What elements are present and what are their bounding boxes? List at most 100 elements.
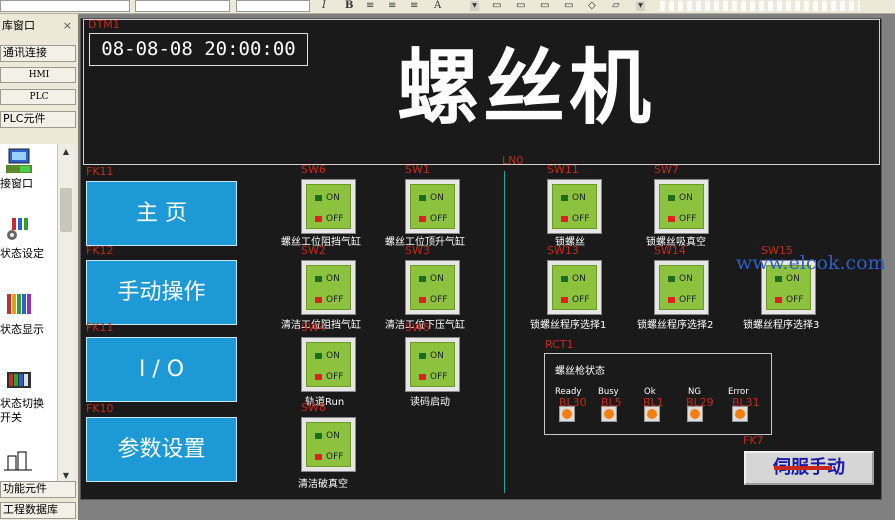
toggle-switch[interactable]: ON OFF (547, 179, 602, 234)
library-item-label: 状态设定 (0, 247, 44, 260)
library-item-state-set[interactable]: 状态设定 (0, 216, 56, 261)
switch-face: ON OFF (410, 265, 455, 310)
switch-off-label: OFF (572, 295, 590, 305)
tag-fk-params: FK10 (86, 402, 114, 415)
manual-operation-button[interactable]: 手动操作 (86, 260, 237, 325)
off-indicator-icon (419, 374, 426, 380)
library-panel-title: 库窗口 (2, 19, 35, 32)
toolbar: I B ≡ ≡ ≡ A ▼ ▭ ▭ ▭ ▭ ◇ ▱ ▼ (0, 0, 895, 14)
switch-tag: SW3 (405, 244, 430, 257)
on-indicator-icon (668, 195, 675, 201)
switch-tag: SW4 (301, 321, 326, 334)
switch-on-label: ON (679, 274, 693, 284)
tab-project-database[interactable]: 工程数据库 (0, 502, 76, 519)
align-right-icon[interactable]: ≡ (410, 0, 418, 12)
tab-plc-elements[interactable]: PLC元件 (0, 111, 76, 128)
toggle-switch[interactable]: ON OFF (405, 179, 460, 234)
io-button[interactable]: I / O (86, 337, 237, 402)
tag-rct: RCT1 (545, 338, 574, 351)
servo-manual-button[interactable]: 伺服手动 (744, 451, 874, 485)
home-button[interactable]: 主 页 (86, 181, 237, 246)
library-item-state-switch[interactable]: 状态切换开关 (0, 368, 56, 425)
tag-fk-manual: FK12 (86, 244, 114, 257)
switch-on-label: ON (430, 193, 444, 203)
tab-function-elements[interactable]: 功能元件 (0, 481, 76, 498)
text-style-4-icon[interactable]: ▭ (564, 0, 573, 12)
toggle-switch[interactable]: ON OFF (301, 179, 356, 234)
on-indicator-icon (315, 195, 322, 201)
text-style-3-icon[interactable]: ▭ (540, 0, 549, 12)
off-indicator-icon (775, 297, 782, 303)
switch-tag: SW11 (547, 163, 579, 176)
switch-face: ON OFF (552, 184, 597, 229)
switch-tag: SW8 (301, 401, 326, 414)
tab-hmi[interactable]: HMI (0, 67, 76, 83)
off-indicator-icon (315, 374, 322, 380)
chevron-down-icon[interactable]: ▼ (470, 1, 479, 11)
italic-button[interactable]: I (322, 0, 326, 12)
switch-on-label: ON (572, 193, 586, 203)
library-panel-header: 库窗口 × (0, 18, 76, 34)
library-item-state-display[interactable]: 状态显示 (0, 292, 56, 337)
toggle-switch[interactable]: ON OFF (405, 337, 460, 392)
switch-on-label: ON (430, 274, 444, 284)
chevron-up-icon[interactable]: ▲ (60, 146, 72, 158)
align-left-icon[interactable]: ≡ (366, 0, 374, 12)
scrollbar-thumb[interactable] (60, 188, 72, 232)
library-item-link-window[interactable]: 接窗口 (0, 148, 56, 191)
off-indicator-icon (419, 216, 426, 222)
chevron-down-icon[interactable]: ▼ (636, 1, 645, 11)
switch-face: ON OFF (659, 265, 704, 310)
ng-lamp (687, 406, 703, 422)
font-size-field[interactable] (135, 0, 230, 12)
datetime-display: 08-08-08 20:00:00 (89, 33, 308, 66)
toggle-switch[interactable]: ON OFF (654, 260, 709, 315)
watermark: www.elcok.com (736, 252, 886, 274)
switch-face: ON OFF (410, 342, 455, 387)
switch-tag: SW1 (405, 163, 430, 176)
align-center-icon[interactable]: ≡ (388, 0, 396, 12)
font-name-field[interactable] (0, 0, 130, 12)
link-window-icon (6, 148, 32, 173)
toggle-switch[interactable]: ON OFF (301, 417, 356, 472)
text-style-1-icon[interactable]: ▭ (492, 0, 501, 12)
tab-plc[interactable]: PLC (0, 89, 76, 105)
function-block-icon (4, 451, 32, 471)
color-palette[interactable] (660, 1, 860, 11)
switch-on-label: ON (679, 193, 693, 203)
status-panel-title: 螺丝枪状态 (555, 366, 605, 377)
tag-fk-io: FK11 (86, 321, 114, 334)
text-style-2-icon[interactable]: ▭ (516, 0, 525, 12)
switch-face: ON OFF (552, 265, 597, 310)
bold-button[interactable]: B (345, 0, 353, 12)
switch-label: 锁螺丝程序选择1 (530, 320, 607, 331)
arrow-icon (774, 466, 832, 470)
divider-line (504, 171, 505, 493)
close-icon[interactable]: × (63, 18, 72, 34)
state-set-icon (7, 218, 28, 240)
toggle-switch[interactable]: ON OFF (301, 260, 356, 315)
ready-lamp (559, 406, 575, 422)
tab-comm-connect[interactable]: 通讯连接 (0, 45, 76, 62)
style-field[interactable] (236, 0, 310, 12)
line-color-icon[interactable]: ▱ (612, 0, 620, 12)
font-color-icon[interactable]: A (434, 0, 441, 12)
toggle-switch[interactable]: ON OFF (654, 179, 709, 234)
parameter-settings-button[interactable]: 参数设置 (86, 417, 237, 482)
tag-fk-home: FK11 (86, 165, 114, 178)
toggle-switch[interactable]: ON OFF (547, 260, 602, 315)
off-indicator-icon (561, 216, 568, 222)
toggle-switch[interactable]: ON OFF (301, 337, 356, 392)
on-indicator-icon (315, 433, 322, 439)
switch-label: 清洁破真空 (298, 479, 348, 490)
switch-tag: SW7 (654, 163, 679, 176)
on-indicator-icon (419, 353, 426, 359)
switch-off-label: OFF (326, 452, 344, 462)
on-indicator-icon (315, 353, 322, 359)
busy-lamp (601, 406, 617, 422)
library-item-more[interactable] (0, 448, 56, 477)
library-scrollbar[interactable]: ▲ ▼ (57, 144, 74, 484)
switch-off-label: OFF (679, 214, 697, 224)
toggle-switch[interactable]: ON OFF (405, 260, 460, 315)
fill-icon[interactable]: ◇ (588, 0, 596, 12)
